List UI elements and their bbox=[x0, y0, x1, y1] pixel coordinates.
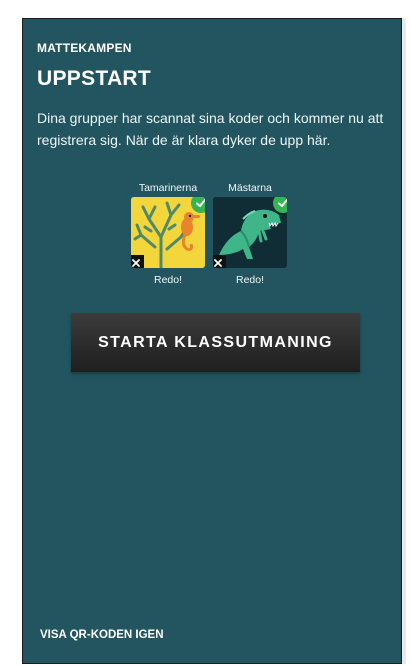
page-description: Dina grupper har scannat sina koder och … bbox=[37, 110, 384, 148]
group-card: Mästarna Redo! bbox=[210, 181, 290, 286]
scrollbar[interactable] bbox=[402, 18, 406, 664]
group-list: Tamarinerna Redo! Mästarna Redo! bbox=[118, 181, 318, 306]
group-name: Mästarna bbox=[228, 182, 272, 194]
group-card: Tamarinerna Redo! bbox=[128, 181, 208, 286]
main-panel: MATTEKAMPEN UPPSTART Dina grupper har sc… bbox=[22, 18, 402, 664]
group-status: Redo! bbox=[235, 274, 265, 286]
page-title: UPPSTART bbox=[37, 67, 152, 90]
group-avatar bbox=[213, 197, 287, 268]
brand-label: MATTEKAMPEN bbox=[37, 41, 132, 55]
group-status: Redo! bbox=[153, 274, 183, 286]
remove-group-icon[interactable] bbox=[131, 255, 144, 268]
app-frame: MATTEKAMPEN UPPSTART Dina grupper har sc… bbox=[0, 0, 411, 666]
group-name: Tamarinerna bbox=[138, 182, 198, 194]
group-avatar bbox=[131, 197, 205, 268]
remove-group-icon[interactable] bbox=[213, 255, 226, 268]
start-class-challenge-button[interactable]: STARTA KLASSUTMANING bbox=[71, 313, 360, 372]
show-qr-code-link[interactable]: VISA QR-KODEN IGEN bbox=[40, 629, 164, 641]
